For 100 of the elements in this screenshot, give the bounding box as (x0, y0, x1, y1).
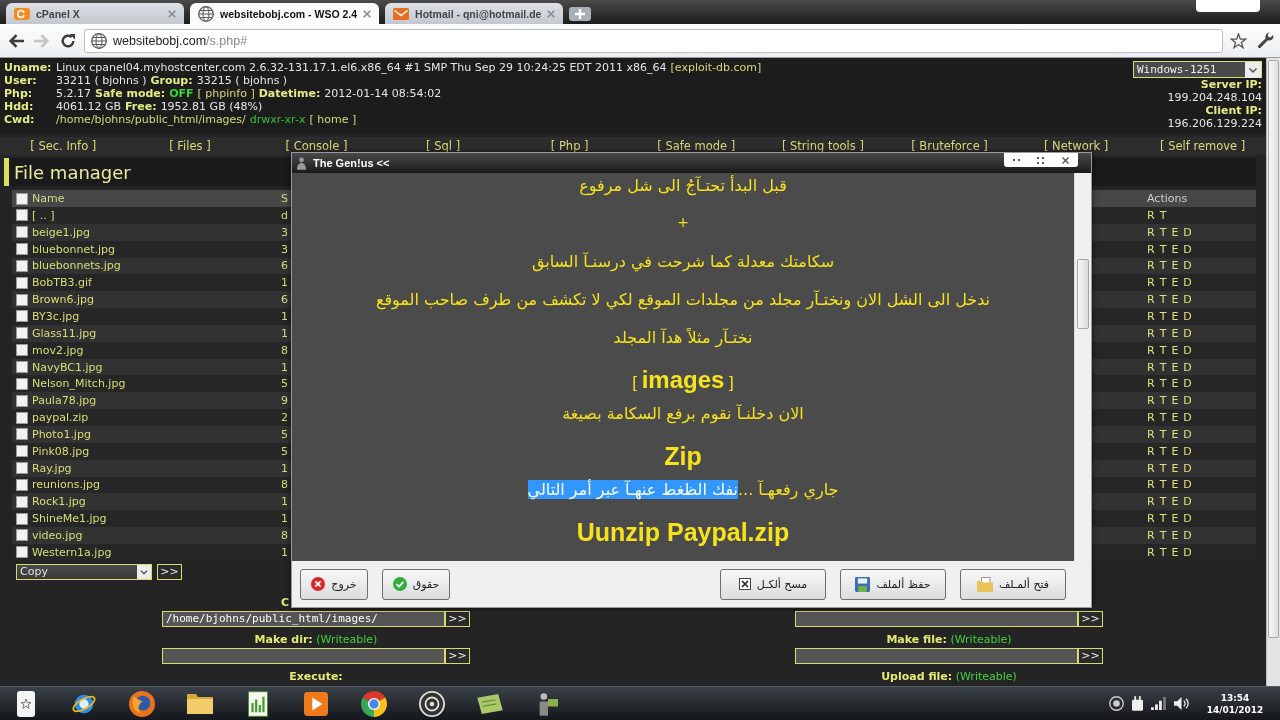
checkbox[interactable] (16, 495, 28, 508)
back-arrow-icon[interactable] (8, 33, 24, 48)
action-link[interactable]: R (1147, 259, 1155, 273)
action-link[interactable]: E (1171, 326, 1179, 340)
checkbox[interactable] (16, 546, 28, 559)
action-link[interactable]: T (1159, 394, 1167, 408)
checkbox[interactable] (16, 394, 28, 407)
file-name[interactable]: mov2.jpg (32, 343, 84, 357)
chart-document-icon[interactable] (248, 690, 268, 717)
action-link[interactable]: D (1183, 225, 1192, 239)
checkbox[interactable] (16, 293, 28, 306)
checkbox[interactable] (16, 512, 28, 525)
minimize-icon[interactable] (1012, 159, 1020, 161)
target-icon[interactable] (419, 690, 445, 717)
action-link[interactable]: T (1159, 360, 1167, 374)
action-link[interactable]: R (1147, 444, 1155, 458)
action-link[interactable]: R (1147, 276, 1155, 290)
action-link[interactable]: R (1147, 478, 1155, 492)
new-tab-button[interactable] (569, 7, 592, 21)
nav-link[interactable]: [ Console ] (285, 139, 348, 153)
action-link[interactable]: E (1171, 512, 1179, 526)
action-link[interactable]: T (1159, 225, 1167, 239)
action-link[interactable]: D (1183, 394, 1192, 408)
file-name[interactable]: Ray.jpg (32, 461, 72, 475)
action-link[interactable]: D (1183, 377, 1192, 391)
action-link[interactable]: D (1183, 326, 1192, 340)
action-link[interactable]: T (1159, 411, 1167, 425)
close-icon[interactable] (363, 9, 372, 18)
checkbox[interactable] (16, 226, 28, 239)
checkbox[interactable] (16, 478, 28, 491)
figure-icon[interactable] (538, 691, 558, 716)
checkbox[interactable] (16, 276, 28, 289)
action-link[interactable]: R (1147, 461, 1155, 475)
note-icon[interactable] (477, 693, 503, 714)
action-link[interactable]: T (1159, 259, 1167, 273)
action-link[interactable]: E (1171, 242, 1179, 256)
action-link[interactable]: T (1159, 208, 1167, 222)
speaker-icon[interactable] (1174, 697, 1189, 710)
text-input[interactable]: /home/bjohns/public_html/images/ (162, 610, 445, 627)
action-link[interactable]: R (1147, 495, 1155, 509)
file-name[interactable]: Nelson_Mitch.jpg (32, 377, 126, 391)
action-link[interactable]: R (1147, 310, 1155, 323)
action-link[interactable]: T (1159, 276, 1167, 290)
action-link[interactable]: E (1171, 545, 1179, 559)
action-link[interactable]: E (1171, 478, 1179, 492)
action-link[interactable]: E (1171, 394, 1179, 408)
close-icon[interactable] (1062, 156, 1070, 164)
action-link[interactable]: E (1171, 528, 1179, 542)
dialog-button[interactable]: فتح ألمـلف (960, 568, 1066, 600)
action-link[interactable]: R (1147, 293, 1155, 307)
checkbox[interactable] (16, 377, 28, 390)
file-name[interactable]: Glass11.jpg (32, 326, 97, 340)
file-name[interactable]: Photo1.jpg (32, 427, 91, 441)
action-link[interactable]: T (1159, 377, 1167, 391)
reload-icon[interactable] (60, 32, 76, 49)
action-link[interactable]: E (1171, 310, 1179, 323)
action-link[interactable]: D (1183, 310, 1192, 323)
action-link[interactable]: D (1183, 478, 1192, 492)
action-link[interactable]: E (1171, 259, 1179, 273)
file-name[interactable]: Paula78.jpg (32, 394, 97, 408)
action-link[interactable]: E (1171, 495, 1179, 509)
action-link[interactable]: E (1171, 293, 1179, 307)
text-input[interactable] (795, 610, 1078, 627)
submit-button[interactable]: >> (1078, 610, 1103, 627)
info-link[interactable]: /home/bjohns/public_html/images/ (56, 113, 246, 126)
file-name[interactable]: beige1.jpg (32, 225, 91, 239)
action-link[interactable]: T (1159, 427, 1167, 441)
checkbox[interactable] (16, 428, 28, 441)
action-link[interactable]: T (1159, 326, 1167, 340)
checkbox[interactable] (16, 192, 28, 205)
browser-tab[interactable]: cPanel X (6, 3, 184, 24)
address-field[interactable]: websitebobj.com/s.php# (84, 28, 1223, 53)
action-link[interactable]: D (1183, 512, 1192, 526)
file-name[interactable]: bluebonnets.jpg (32, 259, 121, 273)
clock-time[interactable]: 13:54 (1220, 691, 1250, 704)
action-link[interactable]: E (1171, 411, 1179, 425)
browser-tab[interactable]: websitebobj.com - WSO 2.4 (190, 3, 380, 24)
action-link[interactable]: D (1183, 545, 1192, 559)
file-name[interactable]: Pink08.jpg (32, 444, 90, 458)
file-name[interactable]: ShineMe1.jpg (32, 512, 107, 526)
checkbox[interactable] (16, 529, 28, 542)
action-link[interactable]: E (1171, 343, 1179, 357)
action-link[interactable]: E (1171, 276, 1179, 290)
action-link[interactable]: T (1159, 343, 1167, 357)
text-input[interactable] (795, 647, 1078, 664)
action-link[interactable]: R (1147, 377, 1155, 391)
nav-link[interactable]: [ Php ] (550, 139, 589, 153)
nav-link[interactable]: [ Safe mode ] (657, 139, 736, 153)
nav-link[interactable]: [ Self remove ] (1160, 139, 1246, 153)
checkbox[interactable] (16, 259, 28, 272)
action-link[interactable]: R (1147, 512, 1155, 526)
nav-link[interactable]: [ Bruteforce ] (911, 139, 988, 153)
submit-button[interactable]: >> (157, 563, 182, 580)
browser-icon[interactable] (129, 690, 155, 717)
action-link[interactable]: D (1183, 276, 1192, 290)
action-link[interactable]: T (1159, 461, 1167, 475)
browser-icon[interactable] (361, 690, 387, 717)
action-link[interactable]: R (1147, 411, 1155, 425)
checkbox[interactable] (16, 243, 28, 256)
submit-button[interactable]: >> (445, 647, 470, 664)
